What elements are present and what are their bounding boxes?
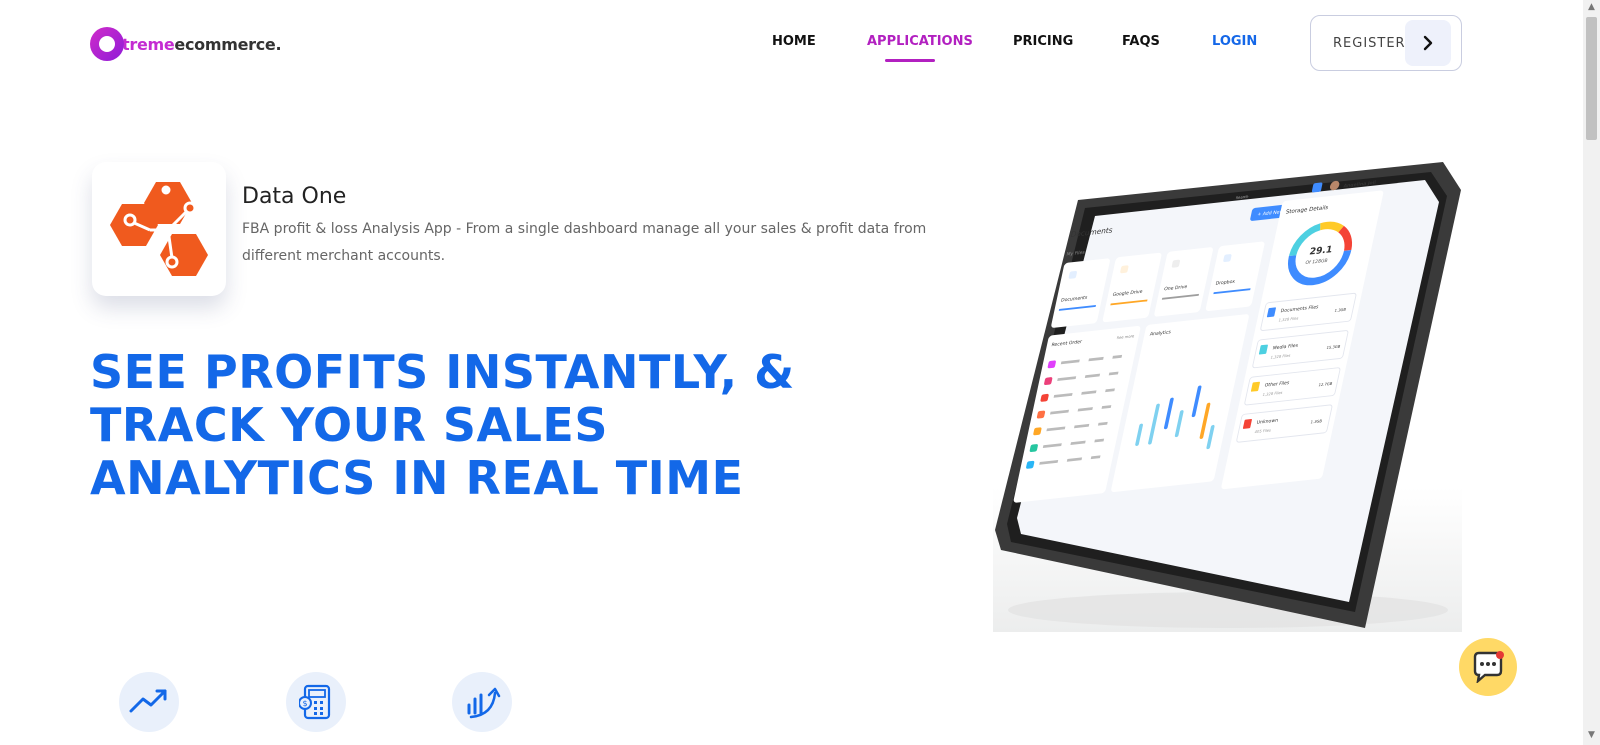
chat-widget-button[interactable] (1459, 638, 1517, 696)
trend-up-icon (129, 689, 167, 713)
scroll-up-icon[interactable]: ▲ (1586, 2, 1597, 13)
logo-text: tremeecommerce. (122, 34, 282, 54)
tablet-image: Documents My Files Search Angelina Joli … (993, 150, 1462, 632)
logo-icon (90, 27, 124, 61)
svg-text:$: $ (303, 699, 308, 708)
app-description: FBA profit & loss Analysis App - From a … (242, 221, 927, 264)
feature-calculator: $ (286, 672, 346, 732)
nav-faqs[interactable]: FAQS (1122, 34, 1160, 49)
hexagon-circuit-icon (110, 182, 208, 276)
app-title: Data One (242, 184, 347, 209)
scroll-down-icon[interactable]: ▼ (1586, 730, 1597, 741)
headline-line: TRACK YOUR SALES (90, 398, 608, 452)
app-icon-card (92, 162, 226, 296)
nav-home[interactable]: HOME (772, 34, 816, 49)
register-label: REGISTER (1333, 35, 1406, 51)
nav-pricing[interactable]: PRICING (1013, 34, 1073, 49)
feature-growth (452, 672, 512, 732)
register-button[interactable]: REGISTER (1310, 15, 1462, 71)
scrollbar[interactable]: ▲ ▼ (1583, 0, 1600, 745)
chat-bubble-icon (1473, 651, 1504, 683)
hero-headline: SEE PROFITS INSTANTLY, & TRACK YOUR SALE… (90, 346, 890, 505)
calculator-icon: $ (299, 684, 331, 720)
scrollbar-thumb[interactable] (1586, 17, 1597, 140)
brand-logo[interactable]: tremeecommerce. (90, 26, 282, 62)
feature-trend (119, 672, 179, 732)
headline-line: ANALYTICS IN REAL TIME (90, 451, 744, 505)
chart-growth-icon (467, 687, 501, 719)
chevron-right-icon (1405, 20, 1451, 66)
headline-line: SEE PROFITS INSTANTLY, & (90, 345, 795, 399)
nav-applications[interactable]: APPLICATIONS (867, 34, 973, 49)
page: tremeecommerce. HOME APPLICATIONS PRICIN… (0, 0, 1600, 745)
nav-active-indicator (885, 59, 935, 62)
nav-login[interactable]: LOGIN (1212, 34, 1257, 49)
